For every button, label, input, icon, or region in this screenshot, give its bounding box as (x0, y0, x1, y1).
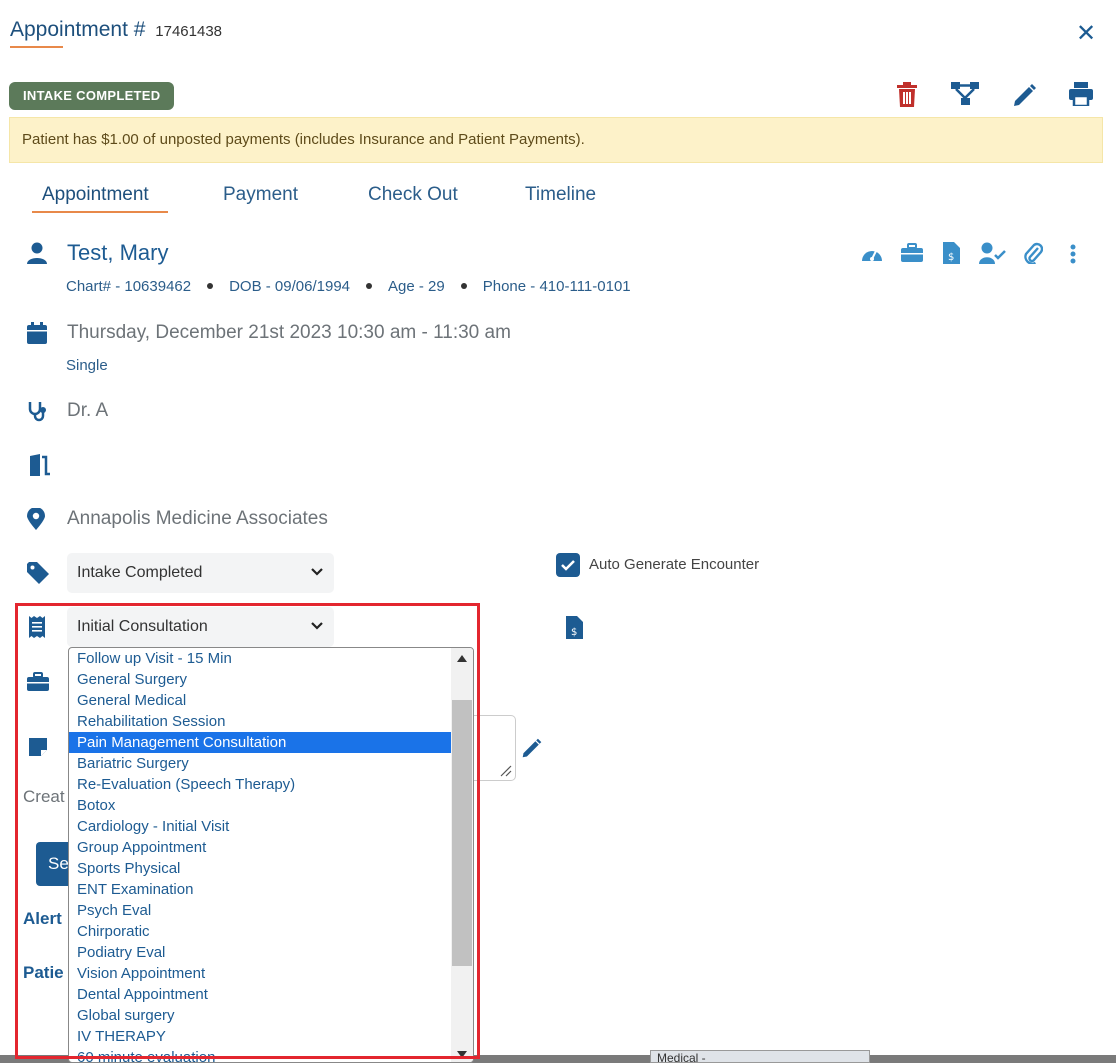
patient-name[interactable]: Test, Mary (67, 240, 168, 266)
status-select[interactable]: Intake Completed (67, 553, 334, 593)
scrollbar-thumb[interactable] (452, 700, 472, 966)
dropdown-option[interactable]: General Medical (69, 690, 451, 711)
print-icon[interactable] (1069, 82, 1095, 108)
dropdown-option[interactable]: Follow up Visit - 15 Min (69, 648, 451, 669)
pencil-icon[interactable] (1012, 82, 1038, 108)
scroll-up-arrow-icon[interactable] (457, 655, 467, 662)
dropdown-option[interactable]: Botox (69, 795, 451, 816)
patient-heading-fragment: Patie (23, 963, 64, 982)
chevron-down-icon (310, 607, 324, 647)
visit-type-dropdown-list[interactable]: Follow up Visit - 15 Min General Surgery G… (68, 647, 474, 1063)
tag-icon (27, 562, 49, 584)
alerts-heading-fragment: Alert (23, 909, 62, 928)
billing-invoice-icon[interactable]: $ (566, 616, 583, 639)
status-badge: INTAKE COMPLETED (9, 82, 175, 110)
patient-meta: Chart# - 10639462 DOB - 09/06/1994 Age - 2… (66, 278, 631, 295)
dropdown-option[interactable]: General Surgery (69, 669, 451, 690)
dropdown-option[interactable]: Bariatric Surgery (69, 753, 451, 774)
location-name: Annapolis Medicine Associates (67, 508, 328, 529)
dropdown-option[interactable]: IV THERAPY (69, 1026, 451, 1047)
dropdown-option[interactable]: Re-Evaluation (Speech Therapy) (69, 774, 451, 795)
dropdown-option[interactable]: Cardiology - Initial Visit (69, 816, 451, 837)
patient-phone: Phone - 410-111-0101 (482, 278, 631, 295)
calendar-icon (27, 322, 49, 344)
tab-appointment[interactable]: Appointment (42, 184, 149, 206)
chart-number: Chart# - 10639462 (66, 278, 192, 295)
note-icon (29, 738, 51, 760)
dropdown-option[interactable]: Rehabilitation Session (69, 711, 451, 732)
tab-check-out[interactable]: Check Out (368, 184, 458, 206)
dropdown-option[interactable]: Vision Appointment (69, 963, 451, 984)
scroll-down-arrow-icon[interactable] (457, 1051, 467, 1058)
dropdown-option[interactable]: Global surgery (69, 1005, 451, 1026)
tab-timeline[interactable]: Timeline (525, 184, 596, 206)
dropdown-option[interactable]: Dental Appointment (69, 984, 451, 1005)
provider-name: Dr. A (67, 400, 109, 421)
visit-type-value: Initial Consultation (77, 618, 208, 635)
dropdown-option[interactable]: Group Appointment (69, 837, 451, 858)
dropdown-option[interactable]: Podiatry Eval (69, 942, 451, 963)
dashboard-icon[interactable] (860, 243, 884, 265)
title-underline (10, 46, 63, 48)
user-check-icon[interactable] (979, 242, 1006, 264)
patient-dob: DOB - 09/06/1994 (229, 278, 351, 295)
visit-type-select[interactable]: Initial Consultation (67, 607, 334, 647)
svg-text:$: $ (948, 252, 954, 263)
visit-type-options: Follow up Visit - 15 Min General Surgery G… (69, 648, 451, 1062)
dropdown-option[interactable]: Sports Physical (69, 858, 451, 879)
notes-textarea[interactable] (474, 715, 516, 781)
auto-generate-checkbox[interactable] (556, 553, 580, 577)
map-marker-icon (27, 508, 49, 530)
auto-generate-label: Auto Generate Encounter (589, 556, 760, 573)
dropdown-option[interactable]: Chirporatic (69, 921, 451, 942)
appointment-recurrence: Single (66, 357, 108, 374)
patient-age: Age - 29 (388, 278, 445, 295)
door-icon (27, 454, 50, 476)
bottom-cell-fragment: Medical - (650, 1050, 870, 1063)
edit-notes-icon[interactable] (521, 737, 543, 759)
receipt-icon (29, 616, 51, 638)
title-text: Appointment # (10, 18, 146, 41)
stethoscope-icon (27, 400, 49, 422)
sitemap-icon[interactable] (951, 82, 979, 108)
dropdown-option[interactable]: Psych Eval (69, 900, 451, 921)
appointment-datetime: Thursday, December 21st 2023 10:30 am - … (67, 322, 511, 343)
appointment-number: 17461438 (155, 23, 223, 40)
dropdown-scrollbar[interactable] (451, 648, 473, 1062)
trash-icon[interactable] (895, 82, 921, 108)
dropdown-option[interactable]: 60 minute evaluation (69, 1047, 451, 1062)
status-select-value: Intake Completed (77, 564, 203, 581)
briefcase-icon[interactable] (901, 243, 923, 263)
case-briefcase-icon (27, 672, 49, 694)
page-title: Appointment # 17461438 (10, 18, 222, 42)
paperclip-icon[interactable] (1023, 242, 1043, 264)
active-tab-underline (32, 211, 168, 213)
chevron-down-icon (310, 553, 324, 593)
close-icon[interactable]: ✕ (1076, 22, 1096, 46)
created-label-fragment: Creat (23, 787, 65, 806)
dropdown-option[interactable]: Pain Management Consultation (69, 732, 451, 753)
invoice-icon[interactable]: $ (943, 242, 960, 264)
tab-payment[interactable]: Payment (223, 184, 298, 206)
dropdown-option[interactable]: ENT Examination (69, 879, 451, 900)
more-options-icon[interactable] (1069, 243, 1077, 265)
unposted-payments-banner: Patient has $1.00 of unposted payments (… (9, 117, 1103, 163)
svg-text:$: $ (571, 627, 577, 638)
user-icon (27, 242, 49, 264)
